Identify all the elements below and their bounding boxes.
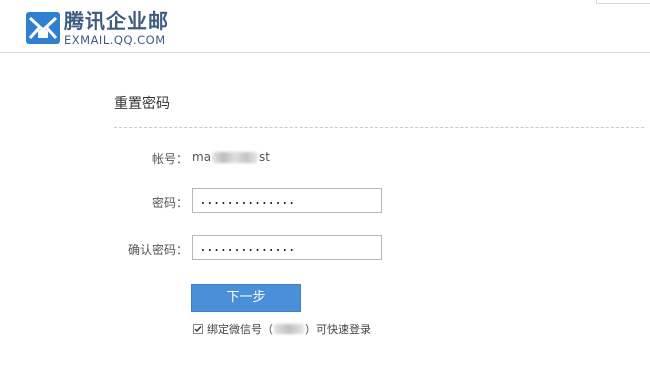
check-icon	[194, 326, 202, 333]
bind-text-prefix: 绑定微信号（	[207, 323, 273, 336]
brand-domain: EXMAIL.QQ.COM	[64, 33, 166, 47]
account-value-prefix: ma	[192, 150, 212, 164]
brand-name: 腾讯企业邮	[64, 9, 169, 33]
confirm-password-label: 确认密码：	[127, 243, 188, 257]
header: 腾讯企业邮 EXMAIL.QQ.COM	[0, 0, 650, 53]
redacted-blur	[212, 152, 259, 163]
envelope-logo-icon	[26, 12, 60, 44]
top-tab-edge	[596, 0, 650, 4]
confirm-password-field[interactable]	[192, 235, 382, 260]
page-title: 重置密码	[114, 96, 170, 112]
account-value-suffix: st	[259, 150, 271, 164]
bind-wechat-option[interactable]: 绑定微信号（ ）可快速登录	[193, 322, 371, 336]
bind-wechat-checkbox[interactable]	[193, 324, 203, 334]
bind-text-suffix: ）可快速登录	[305, 323, 371, 336]
dashed-divider	[114, 127, 644, 128]
account-label: 帐号：	[151, 152, 188, 166]
account-value: ma st	[192, 150, 270, 164]
redacted-blur	[274, 324, 304, 334]
password-label: 密码：	[151, 196, 188, 210]
password-field[interactable]	[192, 188, 382, 213]
next-step-button[interactable]: 下一步	[191, 284, 301, 312]
